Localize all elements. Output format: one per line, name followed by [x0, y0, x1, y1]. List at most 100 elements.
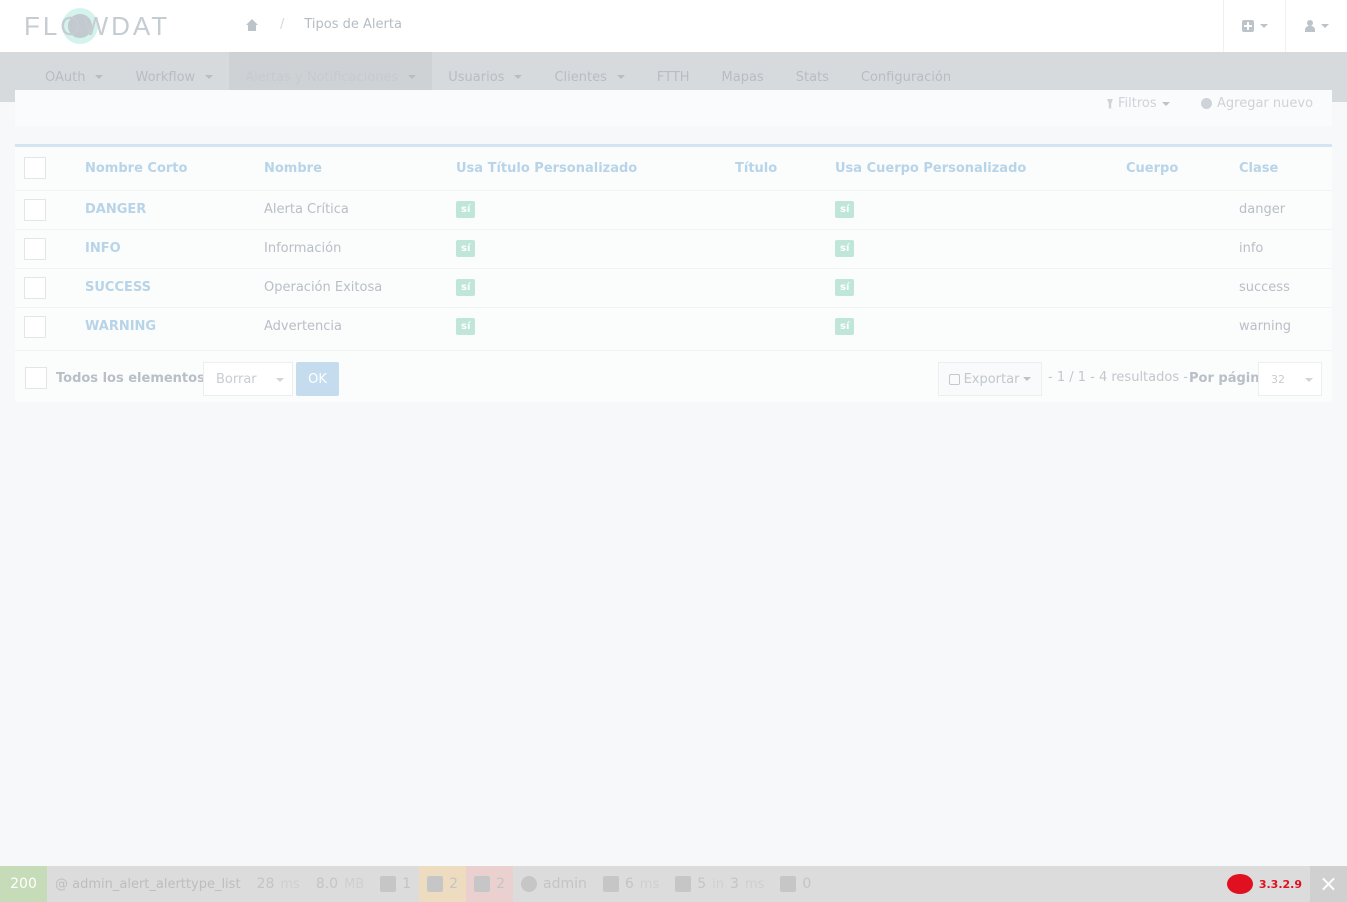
chevron-down-icon	[276, 378, 284, 382]
breadcrumb: / Tipos de Alerta	[245, 17, 402, 32]
security-panel[interactable]: admin	[513, 866, 595, 902]
chevron-down-icon	[205, 75, 214, 79]
time-value: 28	[256, 876, 275, 892]
col-nombre[interactable]: Nombre	[264, 161, 322, 176]
top-header: FLOWDAT / Tipos de Alerta	[0, 0, 1347, 52]
col-cuerpo[interactable]: Cuerpo	[1126, 161, 1178, 176]
batch-action-value: Borrar	[216, 372, 257, 387]
add-new-button[interactable]: Agregar nuevo	[1201, 96, 1313, 111]
db-in: in	[712, 876, 724, 892]
cell-short-name[interactable]: WARNING	[76, 306, 255, 346]
col-nombre-corto[interactable]: Nombre Corto	[85, 161, 187, 176]
col-titulo[interactable]: Título	[735, 161, 777, 176]
cell-short-name[interactable]: INFO	[76, 228, 255, 268]
forms-count: 1	[402, 876, 412, 892]
table-row: INFO Información sí sí info	[15, 228, 1332, 268]
batch-action-select[interactable]: Borrar	[203, 362, 293, 396]
cache-panel[interactable]: 0	[772, 866, 819, 902]
close-toolbar-button[interactable]: ×	[1310, 866, 1347, 902]
chevron-down-icon	[408, 75, 417, 79]
col-clase[interactable]: Clase	[1239, 161, 1278, 176]
nav-label: Alertas y Notificaciones	[245, 69, 399, 85]
translation-icon	[474, 876, 491, 892]
row-checkbox[interactable]	[24, 315, 46, 338]
twig-panel[interactable]: 6 ms	[595, 866, 667, 902]
row-checkbox[interactable]	[24, 237, 46, 260]
nav-label: FTTH	[656, 69, 690, 85]
col-usa-cuerpo[interactable]: Usa Cuerpo Personalizado	[835, 161, 1026, 176]
filters-button[interactable]: Filtros	[1107, 96, 1170, 111]
cell-class: warning	[1230, 306, 1332, 346]
yes-badge: sí	[835, 201, 855, 218]
memory-value: 8.0	[315, 876, 339, 892]
chevron-down-icon	[616, 75, 625, 79]
table-footer: Todos los elementos (4) Borrar OK Export…	[15, 350, 1332, 405]
select-all-checkbox[interactable]	[24, 157, 46, 180]
db-time: 3	[730, 876, 739, 892]
cell-body	[1117, 228, 1230, 268]
cell-title	[726, 228, 826, 268]
cell-short-name[interactable]: SUCCESS	[76, 267, 255, 307]
cell-title	[726, 189, 826, 229]
db-panel[interactable]: 5 in 3 ms	[667, 866, 772, 902]
cell-body	[1117, 306, 1230, 346]
chevron-down-icon	[1305, 378, 1313, 382]
yes-badge: sí	[835, 318, 855, 336]
cell-name: Alerta Crítica	[255, 189, 447, 229]
export-label: Exportar	[963, 371, 1020, 387]
chevron-down-icon	[95, 75, 104, 79]
logs-panel[interactable]: 2	[419, 866, 467, 902]
flowdat-logo[interactable]: FLOWDAT	[24, 8, 206, 44]
yes-badge: sí	[456, 201, 476, 218]
symfony-version[interactable]: 3.3.2.9	[1219, 866, 1310, 902]
db-queries: 5	[697, 876, 707, 892]
user-menu-button[interactable]	[1285, 0, 1347, 52]
chevron-down-icon	[1320, 24, 1329, 28]
cell-class: info	[1230, 228, 1332, 268]
per-page-select[interactable]: 32	[1258, 362, 1322, 396]
cell-body	[1117, 267, 1230, 307]
translation-panel[interactable]: 2	[466, 866, 513, 902]
database-icon	[675, 876, 692, 892]
exclamation-icon	[427, 876, 444, 892]
route-panel[interactable]: @ admin_alert_alerttype_list	[47, 866, 249, 902]
logs-count: 2	[449, 876, 459, 892]
breadcrumb-separator: /	[280, 17, 285, 32]
table-row: DANGER Alerta Crítica sí sí danger	[15, 189, 1332, 229]
forms-panel[interactable]: 1	[372, 866, 419, 902]
version-label: 3.3.2.9	[1258, 877, 1302, 891]
time-panel[interactable]: 28 ms	[249, 866, 308, 902]
yes-badge: sí	[456, 318, 476, 336]
select-all-elements: Todos los elementos (4)	[25, 367, 230, 389]
cell-short-name[interactable]: DANGER	[76, 189, 255, 229]
cell-name: Información	[255, 228, 447, 268]
yes-badge: sí	[456, 279, 476, 296]
debug-toolbar: 200 @ admin_alert_alerttype_list 28 ms 8.…	[0, 866, 1347, 902]
all-elements-checkbox[interactable]	[25, 367, 47, 389]
plus-circle-icon	[1201, 98, 1212, 109]
nav-label: OAuth	[45, 69, 86, 85]
cell-body	[1117, 189, 1230, 229]
table-row: SUCCESS Operación Exitosa sí sí success	[15, 267, 1332, 307]
export-button[interactable]: Exportar	[938, 362, 1042, 396]
col-usa-titulo[interactable]: Usa Título Personalizado	[456, 161, 637, 176]
yes-badge: sí	[456, 240, 476, 257]
filter-icon	[1107, 98, 1113, 109]
add-menu-button[interactable]	[1223, 0, 1285, 52]
ok-button[interactable]: OK	[296, 362, 339, 396]
memory-panel[interactable]: 8.0 MB	[308, 866, 372, 902]
home-icon[interactable]	[245, 18, 258, 31]
row-checkbox[interactable]	[24, 198, 46, 221]
row-checkbox[interactable]	[24, 276, 46, 299]
translation-count: 2	[496, 876, 505, 892]
filters-label: Filtros	[1118, 96, 1157, 111]
twig-time: 6	[624, 876, 634, 892]
chevron-down-icon	[1023, 377, 1032, 381]
cell-title	[726, 267, 826, 307]
chevron-down-icon	[1259, 24, 1268, 28]
memory-unit: MB	[344, 876, 365, 892]
user-icon	[1304, 20, 1315, 32]
status-code[interactable]: 200	[0, 866, 47, 902]
share-icon	[948, 373, 960, 385]
chevron-down-icon	[1161, 101, 1170, 106]
